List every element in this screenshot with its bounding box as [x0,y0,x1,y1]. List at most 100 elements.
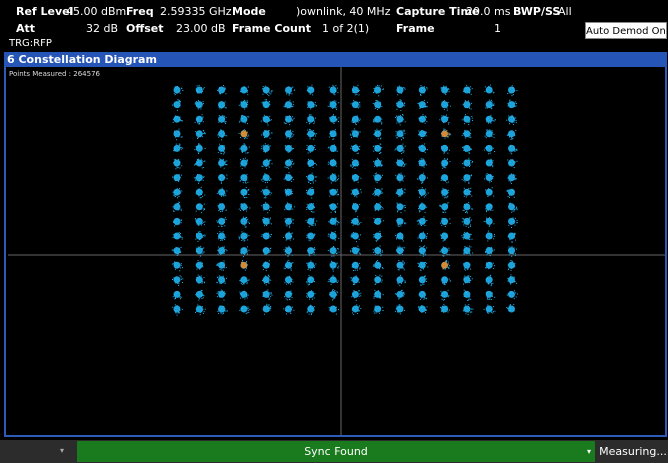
constellation-point [306,144,316,154]
constellation-point [217,143,226,155]
constellation-point [194,174,205,184]
constellation-point [284,188,293,197]
constellation-point [351,261,361,271]
constellation-point [262,289,273,301]
constellation-point [262,247,272,255]
constellation-point [194,158,206,169]
freq-label: Freq [126,5,154,18]
constellation-point [284,290,293,301]
constellation-point [462,157,473,169]
constellation-point [262,260,270,272]
constellation-point [194,143,206,154]
constellation-point [239,173,249,184]
constellation-point [417,99,428,109]
constellation-point [463,187,473,198]
constellation-point [350,100,361,109]
constellation-point [350,158,360,169]
constellation-point [307,158,317,168]
bwp-value: All [558,5,572,18]
constellation-point [373,290,384,299]
constellation-point [372,187,384,197]
constellation-point [439,232,449,242]
constellation-point [329,260,340,272]
constellation-point [350,275,360,285]
constellation-point [217,129,228,141]
freq-value: 2.59335 GHz [160,5,232,18]
constellation-point [239,114,250,125]
points-measured: Points Measured : 264576 [9,70,100,78]
constellation-point [327,274,339,285]
constellation-point [306,128,317,140]
constellation-point [306,274,315,286]
constellation-point [506,290,518,300]
constellation-point [463,275,473,285]
constellation-point [396,274,406,287]
constellation-point [262,85,273,97]
constellation-point [507,85,518,97]
constellation-point [373,128,382,140]
constellation-point [173,158,183,170]
constellation-point [396,99,406,111]
constellation-point [238,203,251,212]
constellation-point [195,129,206,139]
constellation-point [351,174,362,183]
sync-status[interactable]: Sync Found ▾ [77,441,595,462]
constellation-point [485,261,495,270]
constellation-point [441,158,451,169]
constellation-point [349,128,361,139]
constellation-point [327,231,340,241]
constellation-point [351,216,362,226]
constellation-point [195,290,205,301]
constellation-point [260,173,272,184]
constellation-point [395,158,407,167]
constellation-point [327,100,340,110]
constellation-point [395,304,406,315]
mode-value: )ownlink, 40 MHz [296,5,391,18]
constellation-point [462,201,473,214]
constellation-point [173,217,182,227]
constellation-point [172,304,183,316]
constellation-point [284,144,294,153]
constellation-point [461,114,473,125]
constellation-point [439,114,450,125]
constellation-point [484,173,494,183]
constellation-point [485,203,494,212]
constellation-point [285,86,296,96]
constellation-point [173,86,184,96]
constellation-point [350,232,361,243]
constellation-point [216,275,227,285]
constellation-point [329,188,339,197]
constellation-point [441,260,451,270]
constellation-point [284,159,295,170]
constellation-point [283,172,295,182]
constellation-point [440,217,451,227]
constellation-point [260,114,272,126]
constellation-point [373,84,384,97]
frame-value: 1 [494,22,501,35]
constellation-point [307,101,317,110]
constellation-point [507,260,516,271]
constellation-point [396,85,406,96]
constellation-point [396,202,406,214]
constellation-point [351,203,361,213]
constellation-point [485,187,495,197]
constellation-point [483,304,496,314]
constellation-point [418,158,427,168]
auto-demod-once-button[interactable]: Auto Demod Once [585,22,667,39]
constellation-point [238,129,249,140]
constellation-point [329,289,339,301]
constellation-point [238,99,249,110]
dropdown-arrow-icon[interactable]: ▾ [60,446,64,455]
frame-label: Frame [396,22,435,35]
constellation-point [485,290,496,300]
constellation-point [461,231,473,241]
constellation-point [262,274,272,286]
constellation-point [462,144,472,154]
constellation-point [506,188,515,198]
constellation-point [284,202,295,211]
ref-level-value: 45.00 dBm [66,5,127,18]
constellation-point [217,246,228,255]
constellation-point [218,114,227,124]
constellation-point [171,99,181,111]
constellation-point [372,100,383,110]
